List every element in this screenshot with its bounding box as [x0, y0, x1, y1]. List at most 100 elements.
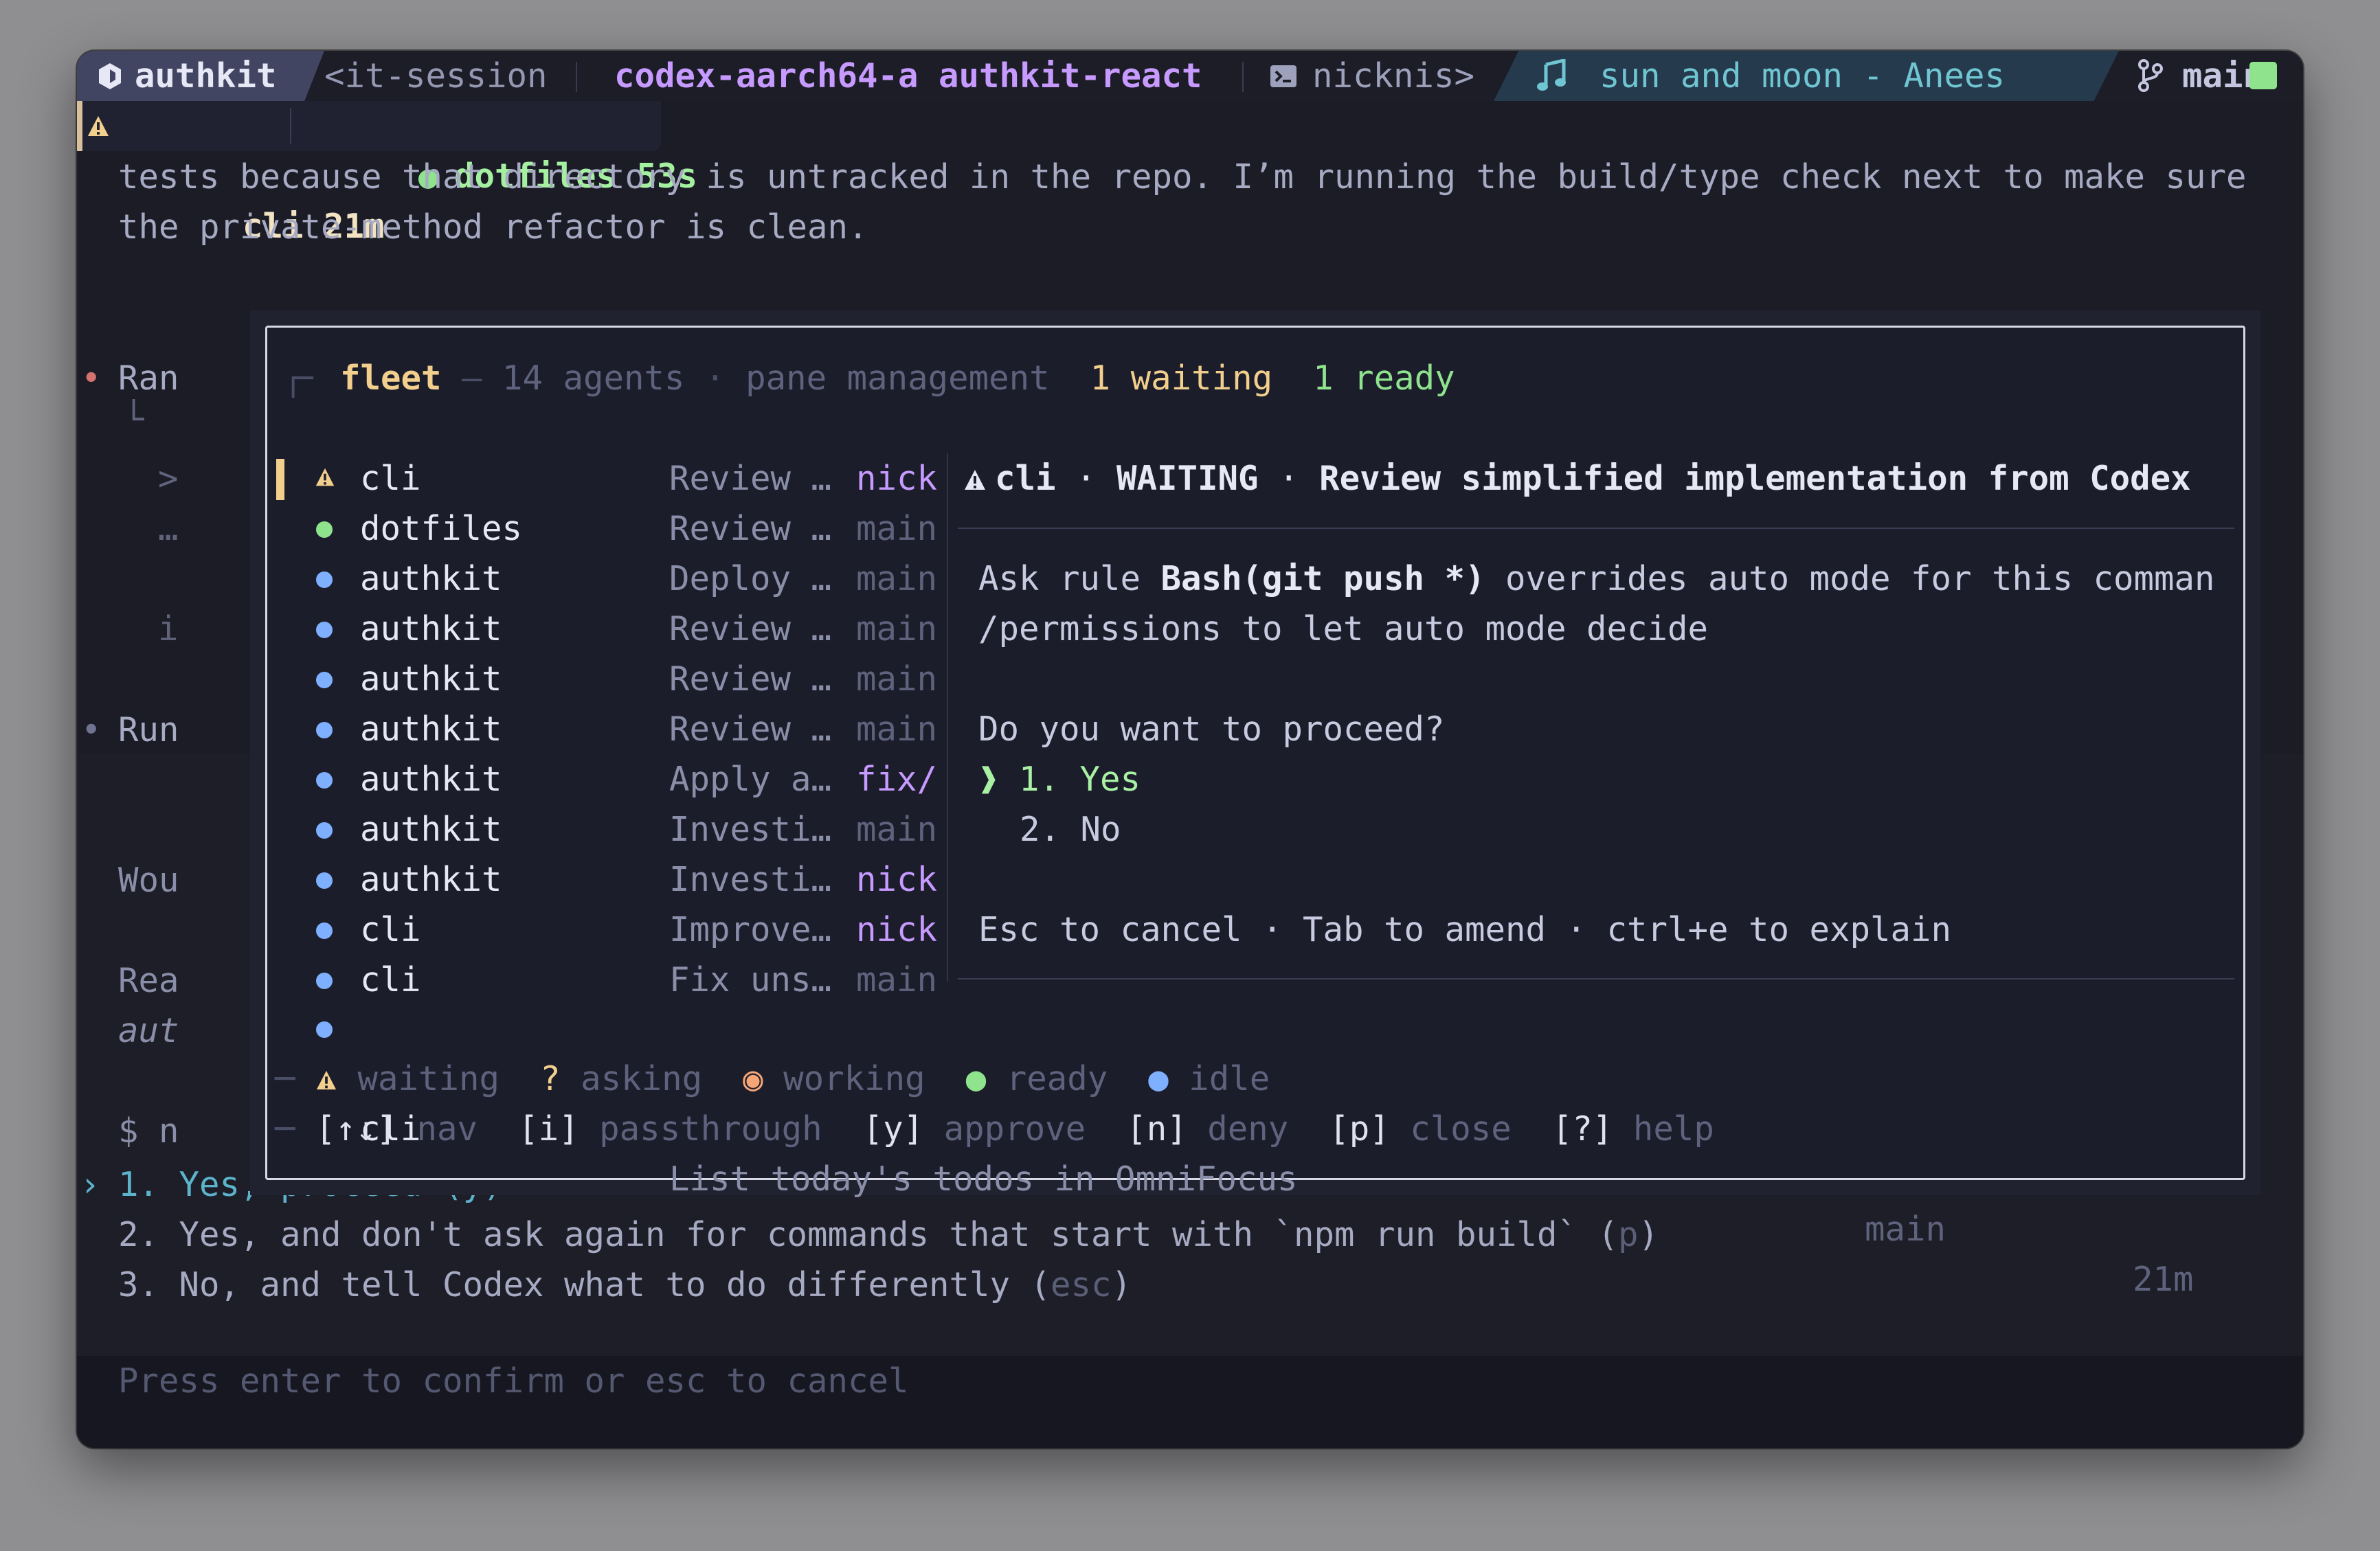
agent-row[interactable]: authkit Deploy … main: [265, 554, 952, 604]
proceed-question: Do you want to proceed?: [978, 710, 1445, 749]
agent-branch: nick: [856, 910, 938, 949]
detail-option-no[interactable]: 2. No: [1020, 804, 1121, 854]
tab-divider: [290, 108, 291, 144]
terminal-icon: [1270, 65, 1296, 87]
status-divider: [576, 62, 577, 92]
option-paren: ): [1111, 1265, 1132, 1304]
agent-name: authkit: [360, 860, 502, 899]
session-segment[interactable]: authkit: [77, 51, 324, 101]
detail-rule: [958, 978, 2234, 980]
detail-state: WAITING: [1116, 459, 1259, 498]
rule-message: Ask rule Bash(git push *) overrides auto…: [978, 554, 2236, 604]
key-deny[interactable]: [n]: [1126, 1109, 1187, 1148]
option-label: 3. No, and tell Codex what to do differe…: [118, 1265, 1051, 1304]
option-key: p: [1618, 1215, 1639, 1254]
agent-name: authkit: [360, 609, 502, 648]
agent-row[interactable]: authkit Review … main: [265, 654, 952, 704]
agent-name: authkit: [360, 810, 502, 849]
agent-row[interactable]: dotfiles Review … main: [265, 503, 952, 554]
agent-time: 21m: [2133, 1260, 2194, 1299]
key-deny-label: deny: [1207, 1109, 1289, 1148]
legend-ready: ready: [1006, 1059, 1108, 1098]
agent-row[interactable]: authkit Review … main: [265, 704, 952, 754]
detail-option-yes[interactable]: ❱ 1. Yes: [978, 754, 1253, 804]
warning-icon: [315, 468, 335, 486]
idle-dot-icon: [316, 973, 333, 989]
key-passthrough[interactable]: [i]: [518, 1109, 579, 1148]
idle-dot-icon: [316, 672, 333, 688]
detail-option-yes-label: 1. Yes: [1019, 760, 1141, 799]
agent-branch: nick: [856, 459, 938, 498]
agent-task: Apply a…: [669, 760, 832, 799]
option-paren: ): [1638, 1215, 1659, 1254]
agent-row[interactable]: cli Review … nick: [265, 453, 952, 503]
agent-task: Improve…: [669, 910, 832, 949]
rule-suffix: overrides auto mode for this comman: [1485, 559, 2215, 598]
key-approve[interactable]: [y]: [863, 1109, 924, 1148]
idle-dot-icon: [316, 722, 333, 738]
key-passthrough-label: passthrough: [599, 1109, 822, 1148]
agent-task: Review …: [669, 509, 832, 548]
rule-prefix: Ask rule: [978, 559, 1161, 598]
agent-name: authkit: [360, 760, 502, 799]
waiting-count: 1 waiting: [1090, 359, 1273, 398]
key-nav[interactable]: [↑↓]: [315, 1109, 396, 1148]
idle-dot-icon: [316, 772, 333, 789]
idle-dot-icon: [316, 571, 333, 588]
agent-task: Review …: [669, 609, 832, 648]
agent-name: authkit: [360, 559, 502, 598]
agent-row[interactable]: authkit Investi… nick: [265, 854, 952, 905]
status-divider: [1242, 62, 1244, 92]
bullet-icon: •: [81, 359, 102, 398]
music-title: sun and moon - Anees: [1599, 56, 2006, 95]
agent-branch: main: [856, 710, 938, 749]
info-glyph: i: [158, 609, 179, 648]
idle-dot-icon: ●: [1148, 1059, 1169, 1098]
agent-branch: fix/: [856, 760, 938, 799]
legend-working: working: [783, 1059, 925, 1098]
key-help[interactable]: [?]: [1552, 1109, 1613, 1148]
tree-elbow: └: [124, 400, 144, 439]
agent-task: Investi…: [669, 810, 832, 849]
status-bar: authkit <it-session codex-aarch64-a auth…: [77, 51, 2303, 101]
hexagon-icon: [99, 63, 121, 89]
agent-task: Review …: [669, 710, 832, 749]
key-close[interactable]: [p]: [1329, 1109, 1390, 1148]
corner-glyph: ┌╴: [283, 359, 324, 398]
agent-branch: main: [856, 960, 938, 999]
idle-dot-icon: [316, 1021, 333, 1038]
fleet-subtitle: pane management: [745, 359, 1050, 398]
agent-row[interactable]: cli Improve… nick: [265, 905, 952, 955]
warning-icon: [965, 470, 985, 490]
agent-row[interactable]: authkit Review … main: [265, 604, 952, 654]
detail-agent: cli: [995, 459, 1056, 498]
legend-waiting: waiting: [357, 1059, 500, 1098]
warning-icon: [88, 116, 109, 136]
selection-caret-icon: ›: [80, 1165, 100, 1204]
agent-row[interactable]: authkit Apply a… fix/: [265, 754, 952, 804]
pane-divider: [947, 453, 948, 982]
agent-row[interactable]: cli List today's todos in OmniFocus main…: [265, 1004, 2230, 1299]
detail-title: Review simplified implementation from Co…: [1319, 459, 2191, 498]
agent-name: cli: [360, 960, 421, 999]
agent-task: Deploy …: [669, 559, 832, 598]
run-label: Run: [118, 710, 179, 749]
path-fragment: aut: [118, 1011, 179, 1050]
check-icon: [2249, 62, 2277, 89]
agent-branch: main: [856, 559, 938, 598]
ellipsis-glyph: …: [158, 509, 179, 548]
agent-row[interactable]: cli Fix uns… main: [265, 955, 952, 1005]
agent-name: authkit: [360, 659, 502, 699]
working-ring-icon: ◉: [743, 1059, 763, 1098]
fleet-popup: ┌╴ fleet — 14 agents · pane management 1 …: [265, 326, 2245, 1299]
status-legend: ─ waiting ? asking ◉ working ● ready ● i…: [275, 1059, 1270, 1098]
question-icon: ?: [540, 1059, 561, 1098]
prompt-glyph: >: [158, 459, 179, 498]
idle-dot-icon: [316, 872, 333, 889]
warning-icon: [316, 1070, 337, 1090]
agent-row[interactable]: authkit Investi… main: [265, 804, 952, 854]
shell-segment: nicknis>: [1270, 51, 1474, 101]
option-key: esc: [1051, 1265, 1112, 1304]
key-approve-label: approve: [943, 1109, 1086, 1148]
idle-dot-icon: [316, 922, 333, 939]
